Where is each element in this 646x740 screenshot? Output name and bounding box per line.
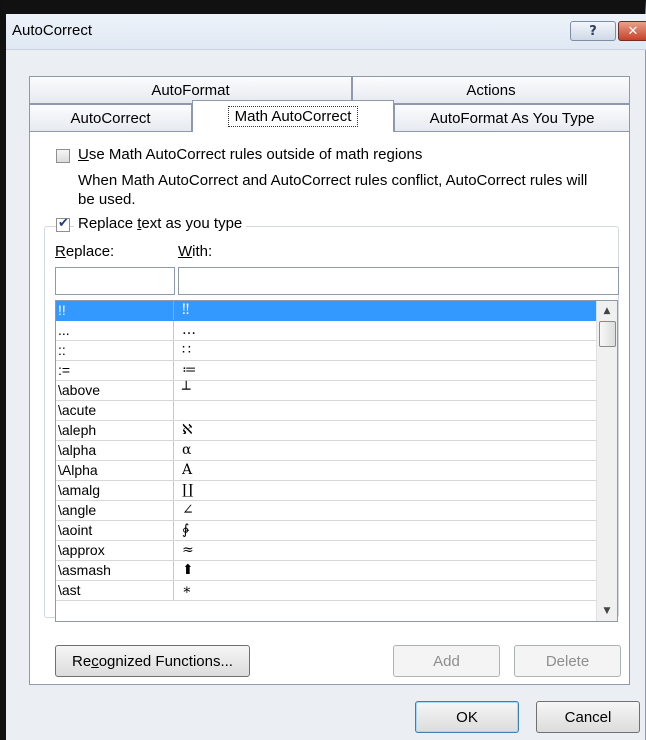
close-button[interactable]: ✕	[618, 21, 646, 41]
help-icon: ?	[589, 23, 597, 39]
replace-cell: \asmash	[56, 561, 174, 580]
tab-label: AutoCorrect	[70, 109, 151, 127]
replace-cell: \approx	[56, 541, 174, 560]
replace-cell: \angle	[56, 501, 174, 520]
math-autocorrect-panel: Use Math AutoCorrect rules outside of ma…	[29, 131, 630, 685]
list-item[interactable]: \aoint ∳	[56, 521, 597, 541]
replace-cell: \ast	[56, 581, 174, 600]
replace-input[interactable]	[55, 267, 175, 295]
list-item[interactable]: \above ┴	[56, 381, 597, 401]
list-item[interactable]: \ast ∗	[56, 581, 597, 601]
replace-cell: \above	[56, 381, 174, 400]
list-item[interactable]: \asmash ⬆	[56, 561, 597, 581]
list-item[interactable]: \approx ≈	[56, 541, 597, 561]
replace-cell: :=	[56, 361, 174, 380]
replace-cell: \aleph	[56, 421, 174, 440]
list-item[interactable]: \acute	[56, 401, 597, 421]
replace-cell: \amalg	[56, 481, 174, 500]
list-item[interactable]: \Alpha Α	[56, 461, 597, 481]
use-outside-label[interactable]: Use Math AutoCorrect rules outside of ma…	[78, 146, 422, 163]
list-item[interactable]: := ≔	[56, 361, 597, 381]
with-cell: …	[182, 322, 196, 338]
list-item[interactable]: ... …	[56, 321, 597, 341]
with-cell: ∠	[182, 502, 194, 518]
tab-label: Actions	[466, 81, 516, 99]
list-item[interactable]: \aleph ℵ	[56, 421, 597, 441]
replace-cell: ::	[56, 341, 174, 360]
with-cell: Α	[182, 462, 193, 478]
replace-cell: \Alpha	[56, 461, 174, 480]
conflict-note-line2: be used.	[78, 191, 136, 208]
replace-cell: \acute	[56, 401, 174, 420]
delete-button[interactable]: Delete	[514, 645, 621, 677]
scroll-down-icon[interactable]: ▼	[597, 602, 617, 620]
with-cell: α	[182, 442, 192, 458]
list-item[interactable]: :: ∷	[56, 341, 597, 361]
list-item[interactable]: !! ‼	[56, 301, 597, 321]
tab-label: AutoFormat As You Type	[429, 109, 595, 127]
with-cell: ┴	[182, 382, 191, 398]
add-button[interactable]: Add	[393, 645, 500, 677]
entries-list[interactable]: !! ‼...…:: ∷:= ≔ \above ┴ \acute \aleph ℵ \alpha α…	[55, 300, 618, 622]
list-item[interactable]: \angle ∠	[56, 501, 597, 521]
cancel-button[interactable]: Cancel	[536, 701, 640, 733]
with-cell: ℵ	[182, 422, 193, 438]
replace-as-type-label[interactable]: Replace text as you type	[74, 215, 247, 232]
tab-label: Math AutoCorrect	[227, 106, 359, 127]
use-outside-checkbox[interactable]	[56, 149, 70, 163]
scroll-thumb[interactable]	[599, 321, 616, 347]
with-cell: ≈	[182, 542, 194, 558]
tab-math-autocorrect[interactable]: Math AutoCorrect	[192, 100, 394, 132]
replace-cell: \alpha	[56, 441, 174, 460]
tab-autocorrect[interactable]: AutoCorrect	[29, 104, 192, 132]
with-cell	[174, 401, 597, 420]
replace-cell: \aoint	[56, 521, 174, 540]
with-column-label: With:	[178, 243, 213, 260]
title-bar: AutoCorrect ? ✕	[6, 14, 646, 50]
with-input[interactable]	[178, 267, 619, 295]
scroll-up-icon[interactable]: ▲	[597, 302, 617, 320]
with-cell: ≔	[182, 362, 197, 378]
close-icon: ✕	[627, 23, 639, 39]
with-cell: ⬆	[182, 562, 194, 578]
replace-cell: ...	[56, 321, 174, 340]
autocorrect-dialog: AutoCorrect ? ✕ AutoFormat Actions AutoC…	[0, 0, 646, 740]
conflict-note-line1: When Math AutoCorrect and AutoCorrect ru…	[78, 172, 588, 189]
with-cell: ∳	[182, 522, 190, 538]
tab-label: AutoFormat	[151, 81, 230, 99]
replace-column-label: Replace:	[55, 243, 115, 260]
with-cell: ∐	[182, 482, 194, 498]
tab-autoformat-as-you-type[interactable]: AutoFormat As You Type	[394, 104, 630, 132]
entries-list-body: !! ‼...…:: ∷:= ≔ \above ┴ \acute \aleph ℵ \alpha α…	[56, 301, 597, 601]
replace-cell: !!	[56, 301, 174, 320]
list-item[interactable]: \alpha α	[56, 441, 597, 461]
with-cell: ∗	[182, 582, 192, 598]
list-scrollbar[interactable]: ▲ ▼	[596, 301, 617, 621]
replace-as-type-checkbox[interactable]	[56, 216, 70, 232]
window-title: AutoCorrect	[12, 22, 93, 39]
ok-button[interactable]: OK	[415, 701, 519, 733]
recognized-functions-button[interactable]: Re c ognized Functions...	[55, 645, 250, 677]
list-item[interactable]: \amalg ∐	[56, 481, 597, 501]
with-cell: ∷	[182, 342, 191, 358]
help-button[interactable]: ?	[570, 21, 616, 41]
with-cell: ‼	[182, 302, 190, 318]
